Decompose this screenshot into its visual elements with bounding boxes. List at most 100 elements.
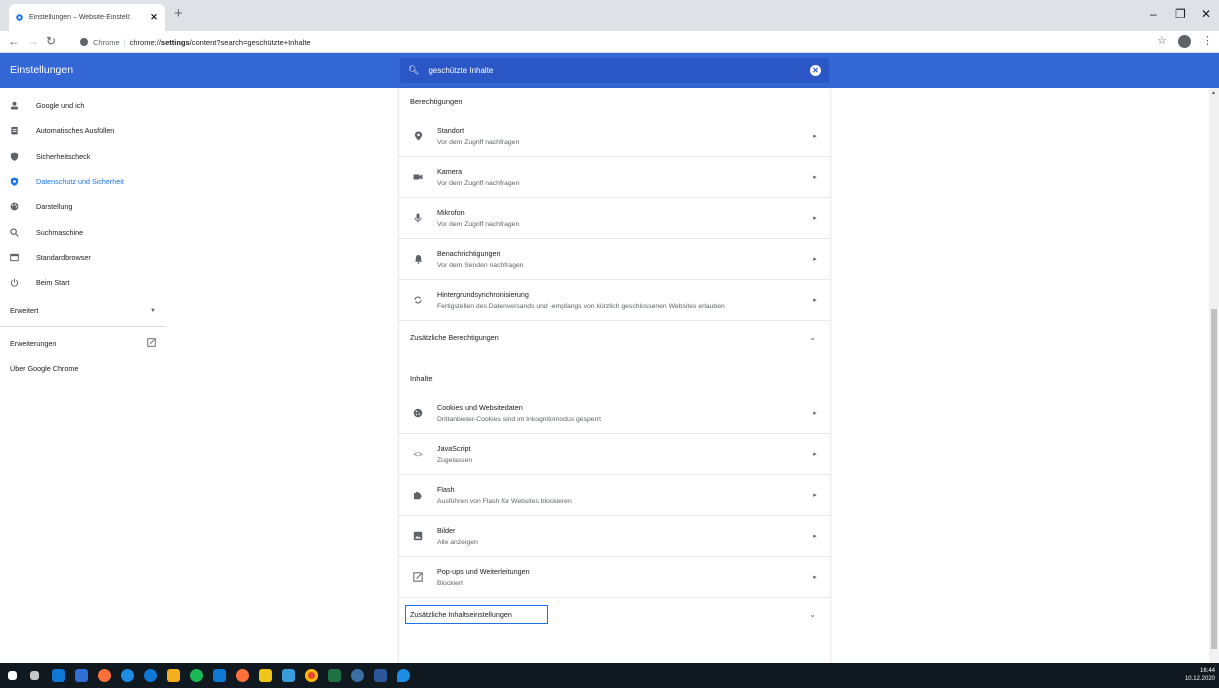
expand-additional-content-settings[interactable]: Zusätzliche Inhaltseinstellungen ⌄ <box>399 597 830 630</box>
shield-icon <box>10 177 19 186</box>
person-icon <box>10 101 19 110</box>
row-sub: Blockiert <box>437 580 464 587</box>
browser-icon <box>10 253 19 262</box>
tab-close-icon[interactable]: ✕ <box>149 12 159 23</box>
firefox-icon[interactable] <box>236 669 249 682</box>
content-row-popups[interactable]: Pop-ups und Weiterleitungen Blockiert ▸ <box>399 556 830 597</box>
sidebar-item-search-engine[interactable]: Suchmaschine <box>0 219 176 244</box>
permission-row-background-sync[interactable]: Hintergrundsynchronisierung Fertigstelle… <box>399 279 830 320</box>
firefox-icon[interactable] <box>98 669 111 682</box>
row-label: Benachrichtigungen <box>437 249 501 258</box>
clock-time: 16:44 <box>1199 668 1215 674</box>
task-view-icon[interactable] <box>30 671 39 680</box>
expand-label: Zusätzliche Berechtigungen <box>410 332 499 342</box>
taskbar-clock[interactable]: 16:44 10.12.2020 <box>1185 667 1215 683</box>
outlook-icon[interactable] <box>52 669 65 682</box>
chrome-icon <box>80 38 88 46</box>
app-icon[interactable] <box>282 669 295 682</box>
expand-additional-permissions[interactable]: Zusätzliche Berechtigungen ⌄ <box>399 320 830 353</box>
permission-row-location[interactable]: Standort Vor dem Zugriff nachfragen ▸ <box>399 115 830 156</box>
edge-icon[interactable] <box>121 669 134 682</box>
sidebar-item-privacy[interactable]: Datenschutz und Sicherheit <box>0 169 176 194</box>
sidebar-item-appearance[interactable]: Darstellung <box>0 194 176 219</box>
sidebar-item-autofill[interactable]: Automatisches Ausfüllen <box>0 118 176 143</box>
page-scrollbar[interactable]: ▲ <box>1209 88 1219 663</box>
word-icon[interactable] <box>374 669 387 682</box>
clear-search-icon[interactable]: ✕ <box>810 65 821 76</box>
settings-sidebar: Google und ich Automatisches Ausfüllen S… <box>0 88 176 381</box>
chevron-right-icon: ▸ <box>813 132 817 140</box>
palette-icon <box>10 202 19 211</box>
row-sub: Vor dem Zugriff nachfragen <box>437 221 520 228</box>
permission-row-notifications[interactable]: Benachrichtigungen Vor dem Senden nachfr… <box>399 238 830 279</box>
search-icon <box>10 227 19 237</box>
app-icon[interactable] <box>397 669 410 682</box>
content-row-javascript[interactable]: <> JavaScript Zugelassen ▸ <box>399 433 830 474</box>
row-sub: Vor dem Zugriff nachfragen <box>437 138 520 146</box>
app-icon[interactable] <box>259 669 272 682</box>
permission-row-microphone[interactable]: Mikrofon Vor dem Zugriff nachfragen ▸ <box>399 197 830 238</box>
profile-avatar-icon[interactable] <box>1178 35 1191 48</box>
omnibox[interactable]: Chrome | chrome://settings/content?searc… <box>80 33 311 51</box>
scrollbar-thumb[interactable] <box>1211 309 1217 649</box>
bell-icon <box>410 251 426 267</box>
bookmark-star-icon[interactable]: ☆ <box>1157 34 1167 47</box>
sidebar-item-google[interactable]: Google und ich <box>0 93 176 118</box>
reload-icon[interactable]: ↻ <box>46 34 56 48</box>
expand-label: Zusätzliche Inhaltseinstellungen <box>405 604 548 624</box>
mail-icon[interactable] <box>75 669 88 682</box>
chevron-right-icon: ▸ <box>813 256 817 263</box>
content-row-cookies[interactable]: Cookies und Websitedaten Drittanbieter-C… <box>399 392 830 433</box>
location-pin-icon <box>410 128 426 144</box>
permission-row-camera[interactable]: Kamera Vor dem Zugriff nachfragen ▸ <box>399 156 830 197</box>
maximize-button[interactable]: ❐ <box>1175 7 1186 21</box>
spotify-icon[interactable] <box>190 669 203 682</box>
settings-header: Einstellungen 🔍︎ geschützte Inhalte ✕ <box>0 53 1219 88</box>
row-sub: Fertigstellen des Datenversands und -emp… <box>437 303 725 310</box>
page-title: Einstellungen <box>10 64 74 76</box>
new-tab-button[interactable]: + <box>174 5 183 22</box>
windows-start-icon[interactable] <box>8 671 17 680</box>
microphone-icon <box>410 210 426 226</box>
sidebar-item-about[interactable]: Über Google Chrome <box>0 356 166 381</box>
row-label: Bilder <box>437 526 456 535</box>
scroll-up-icon[interactable]: ▲ <box>1211 90 1216 96</box>
row-label: Hintergrundsynchronisierung <box>437 290 529 299</box>
content-row-flash[interactable]: Flash Ausführen von Flash für Websites b… <box>399 474 830 515</box>
chrome-icon[interactable] <box>305 669 318 682</box>
camera-icon <box>410 169 426 185</box>
tab-title: Einstellungen – Website-Einstell: <box>29 14 131 21</box>
tab-settings[interactable]: Einstellungen – Website-Einstell: ✕ <box>9 4 165 31</box>
minimize-button[interactable]: – <box>1150 7 1157 21</box>
menu-dots-icon[interactable]: ⋮ <box>1202 34 1213 47</box>
close-window-button[interactable]: ✕ <box>1201 7 1211 21</box>
chevron-right-icon: ▸ <box>813 574 817 581</box>
outlook-icon[interactable] <box>213 669 226 682</box>
excel-icon[interactable] <box>328 669 341 682</box>
sidebar-item-extensions[interactable]: Erweiterungen <box>0 331 166 356</box>
open-external-icon <box>410 569 426 585</box>
sidebar-item-on-startup[interactable]: Beim Start <box>0 270 176 295</box>
chevron-right-icon: ▸ <box>813 492 817 499</box>
chevron-right-icon: ▸ <box>813 174 817 181</box>
file-explorer-icon[interactable] <box>167 669 180 682</box>
image-icon <box>410 528 426 544</box>
section-title-content: Inhalte <box>410 374 433 383</box>
app-icon[interactable] <box>351 669 364 682</box>
omnibox-site: Chrome <box>93 37 120 47</box>
sidebar-item-label: Google und ich <box>36 101 85 111</box>
sidebar-item-safety-check[interactable]: Sicherheitscheck <box>0 144 176 169</box>
row-sub: Alle anzeigen <box>437 539 478 546</box>
sidebar-item-label: Sicherheitscheck <box>36 151 91 161</box>
back-arrow-icon[interactable]: ← <box>8 34 20 48</box>
sidebar-item-default-browser[interactable]: Standardbrowser <box>0 245 176 270</box>
sidebar-item-label: Datenschutz und Sicherheit <box>36 177 124 187</box>
settings-search-input[interactable]: 🔍︎ geschützte Inhalte ✕ <box>400 58 829 83</box>
app-icon[interactable] <box>144 669 157 682</box>
search-value: geschützte Inhalte <box>428 66 494 75</box>
content-row-images[interactable]: Bilder Alle anzeigen ▸ <box>399 515 830 556</box>
sidebar-item-advanced[interactable]: Erweitert ▼ <box>0 295 166 326</box>
sidebar-item-label: Darstellung <box>36 202 73 212</box>
chevron-down-icon: ▼ <box>150 307 156 314</box>
forward-arrow-icon[interactable]: → <box>27 34 39 48</box>
